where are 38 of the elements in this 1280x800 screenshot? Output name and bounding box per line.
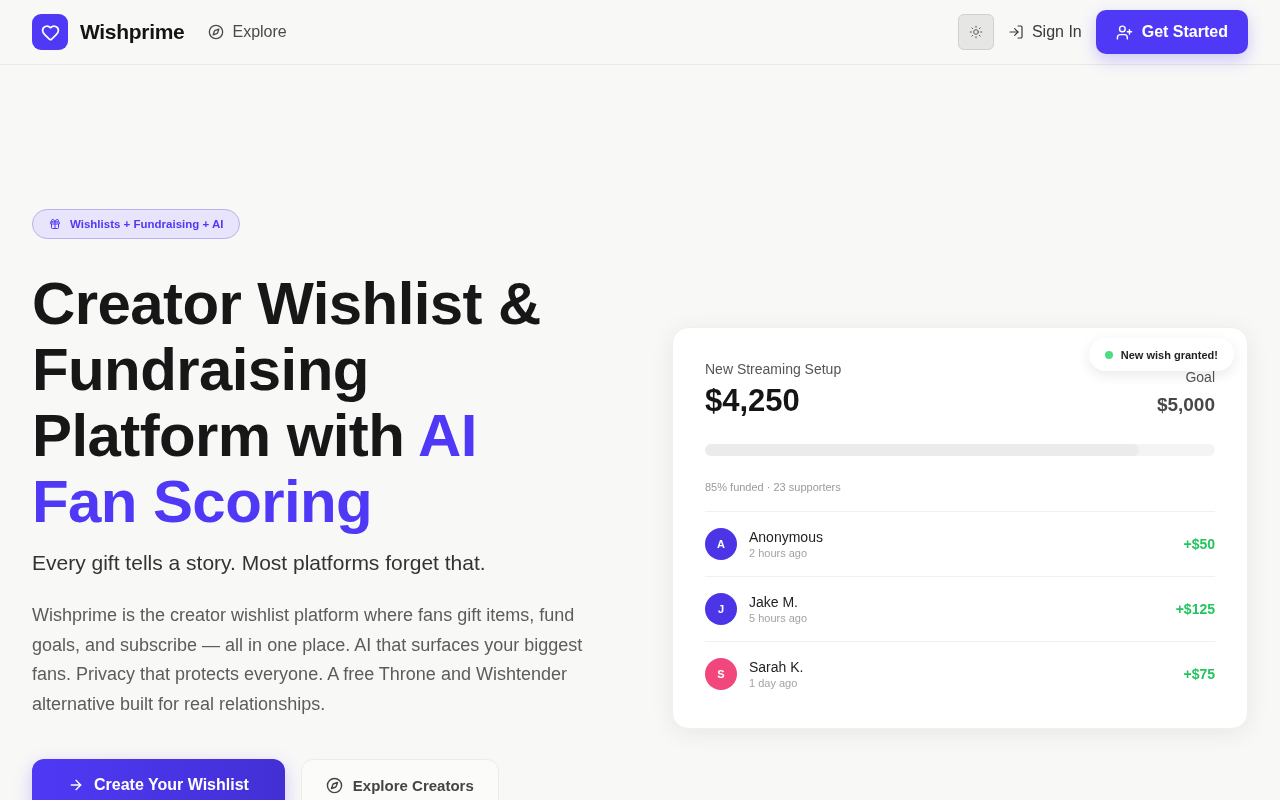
avatar: J [705,593,737,625]
donation-time: 2 hours ago [749,547,809,559]
supporter-name: Sarah K. [749,659,805,675]
badge-text: Wishlists + Fundraising + AI [70,218,224,230]
avatar: A [705,528,737,560]
arrow-right-icon [68,777,84,793]
explore-creators-button[interactable]: Explore Creators [300,759,499,800]
tagline: Every gift tells a story. Most platforms forget that. [32,550,486,576]
funding-summary: 85% funded · 23 supporters [705,481,842,493]
user-plus-icon [1115,23,1133,41]
toast-text: New wish granted! [1120,348,1218,361]
donation-time: 1 day ago [749,677,799,689]
create-wishlist-button[interactable]: Create Your Wishlist [32,759,285,800]
donation-time: 5 hours ago [749,612,809,624]
sign-in-link[interactable]: Sign In [1005,19,1084,45]
donation-amount: +$125 [1175,601,1215,617]
donation-amount: +$75 [1183,666,1215,682]
description: Wishprime is the creator wishlist platform where fans gift items, fund goals, and subscribe — all in one place. AI that surfaces your biggest fans. Privacy that protects everyone. A free Throne and Wishtender alternative built for real relationships. [32,604,584,716]
compass-icon [208,24,225,40]
goal-amount: $5,000 [1156,393,1215,417]
status-dot-icon [1104,350,1113,359]
sun-icon [968,25,983,39]
gift-icon [49,218,61,230]
headline: Creator Wishlist & Fundraising Platform with AI Fan Scoring [32,271,542,535]
raised-amount: $4,250 [705,382,800,420]
goal-label: Goal [1185,368,1215,386]
nav-link[interactable]: Explore [206,19,289,45]
brand-name: Wishprime [80,20,185,44]
donation-amount: +$50 [1183,536,1215,552]
goal-title: New Streaming Setup [705,360,842,378]
compass-icon [325,776,343,794]
avatar: S [705,658,737,690]
sign-in-icon [1007,24,1024,40]
supporter-name: Jake M. [749,594,799,610]
supporter-name: Anonymous [749,529,824,545]
get-started-button[interactable]: Get Started [1095,10,1248,54]
heart-logo-icon [32,14,68,50]
theme-toggle-button[interactable] [957,14,994,50]
